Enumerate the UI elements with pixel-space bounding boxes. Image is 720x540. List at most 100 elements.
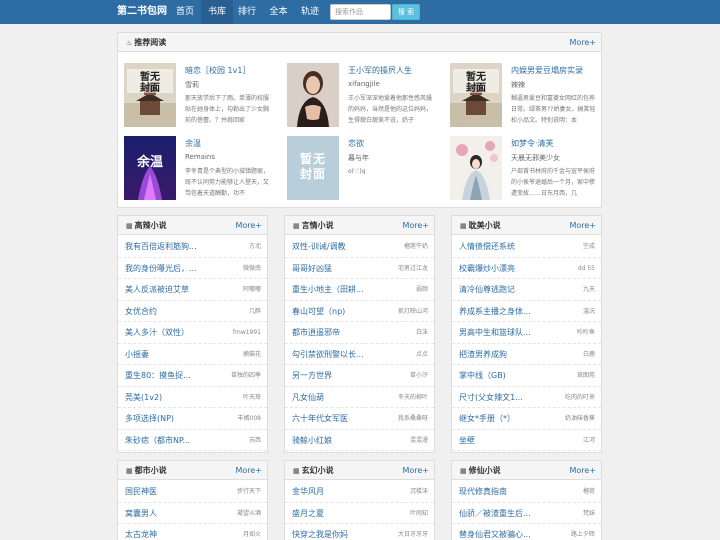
list-item-title[interactable]: 掌中线（GB): [459, 365, 506, 386]
list-item-title[interactable]: 都市逍遥邪帝: [292, 322, 340, 343]
list-item[interactable]: 骑鲸小红娘 混混漫: [285, 430, 434, 451]
list-item-title[interactable]: 小摇妻: [125, 344, 149, 365]
book-cover[interactable]: [450, 136, 502, 200]
book-cover[interactable]: 暂无 封面: [124, 63, 176, 127]
list-item-title[interactable]: 我有百倍返利筋狗...: [125, 236, 197, 257]
list-item[interactable]: 我有百倍返利筋狗... 方北: [118, 236, 267, 258]
book-card[interactable]: 余温 余温 Remains 李冬青是个典型的小城镇题家，既不认同努力能够让人登天…: [124, 136, 274, 204]
list-item[interactable]: 替身仙君又被骗心... 路上夕晖: [452, 524, 601, 540]
list-item-title[interactable]: 美人多汁（双性）: [125, 322, 189, 343]
list-item-title[interactable]: 美人反派被迫艾草: [125, 279, 189, 300]
list-item-title[interactable]: 骑鲸小红娘: [292, 430, 332, 451]
list-item-title[interactable]: 重生80：摸鱼捉...: [125, 365, 191, 386]
site-logo[interactable]: 第二书包网: [117, 0, 167, 24]
list-item-title[interactable]: 继女*手册（*）: [459, 408, 515, 429]
list-item[interactable]: 快穿之我是你妈 大日牙牙牙: [285, 524, 434, 540]
list-item[interactable]: 校霸爆炒小漂亮 dd 55: [452, 258, 601, 279]
list-item-title[interactable]: 国民神医: [125, 481, 157, 502]
list-item[interactable]: 清冷仙尊逃跑记 九天: [452, 279, 601, 301]
nav-home[interactable]: 首页: [170, 0, 200, 24]
list-item[interactable]: 另一方世界 苗小汐: [285, 365, 434, 387]
list-item[interactable]: 金华风月 沉楼沫: [285, 481, 434, 503]
book-title[interactable]: 暗恋［校园 1v1］: [185, 65, 250, 76]
list-item[interactable]: 盛月之夏 叶闹知: [285, 503, 434, 524]
search-input[interactable]: [330, 4, 391, 20]
search-button[interactable]: 搜 索: [392, 4, 420, 20]
list-item[interactable]: 勾引禁欲刑警以长... 点点: [285, 344, 434, 365]
list-item[interactable]: 现代修真指南 榴荷: [452, 481, 601, 503]
list-item-title[interactable]: 凡女仙葫: [292, 387, 324, 408]
list-item[interactable]: 重生小地主（田耕... 弱颜: [285, 279, 434, 301]
book-card[interactable]: 暂无封面 恋欲 暮与年 o(♡)q: [287, 136, 437, 204]
list-more-link[interactable]: More+: [235, 461, 262, 480]
list-item[interactable]: 太古龙神 月如火: [118, 524, 267, 540]
list-item-title[interactable]: 双性-训诫/调教: [292, 236, 346, 257]
list-item[interactable]: 六十年代女军医 我系桑桑呀: [285, 408, 434, 430]
list-item[interactable]: 人情债偿还系统 空成: [452, 236, 601, 258]
list-item[interactable]: 国民神医 步行天下: [118, 481, 267, 503]
list-item-title[interactable]: 春山可望（np): [292, 301, 345, 322]
list-item[interactable]: 春山可望（np) 抓灯映山河: [285, 301, 434, 322]
list-item-title[interactable]: 勾引禁欲刑警以长...: [292, 344, 364, 365]
list-item[interactable]: 坐壁 江河: [452, 430, 601, 451]
nav-library[interactable]: 书库: [201, 0, 233, 24]
book-title[interactable]: 余温: [185, 138, 201, 149]
list-more-link[interactable]: More+: [402, 216, 429, 235]
list-item-title[interactable]: 快穿之我是你妈: [292, 524, 348, 540]
book-cover[interactable]: 暂无 封面: [450, 63, 502, 127]
list-item-title[interactable]: 窝囊男人: [125, 503, 157, 524]
list-item[interactable]: 美人反派被迫艾草 阿嘟嘟: [118, 279, 267, 301]
list-item-title[interactable]: 男高中生和篮球队...: [459, 322, 531, 343]
list-item-title[interactable]: 清冷仙尊逃跑记: [459, 279, 515, 300]
list-item[interactable]: 继女*手册（*） 奶油味香蕉: [452, 408, 601, 430]
list-more-link[interactable]: More+: [402, 461, 429, 480]
list-item[interactable]: 尺寸(父女辣文1... 吃肉的叮来: [452, 387, 601, 408]
book-card[interactable]: 王小军的操屄人生 xifangjile 王小军深深地爱着他那性感风骚的妈妈，当然…: [287, 63, 437, 131]
book-title[interactable]: 如梦令·清芙: [511, 138, 554, 149]
list-item-title[interactable]: 女优合约: [125, 301, 157, 322]
book-title[interactable]: 内娱男爱豆塌房实录: [511, 65, 583, 76]
list-item-title[interactable]: 校霸爆炒小漂亮: [459, 258, 515, 279]
book-cover-placeholder[interactable]: 暂无封面: [287, 136, 339, 200]
list-item-title[interactable]: 盛月之夏: [292, 503, 324, 524]
nav-completed[interactable]: 全本: [264, 0, 293, 24]
list-item[interactable]: 小摇妻 摘猫花: [118, 344, 267, 365]
list-more-link[interactable]: More+: [235, 216, 262, 235]
book-cover[interactable]: 余温: [124, 136, 176, 200]
list-item-title[interactable]: 尺寸(父女辣文1...: [459, 387, 523, 408]
list-item-title[interactable]: 现代修真指南: [459, 481, 507, 502]
list-item-title[interactable]: 我的身份曝光后，...: [125, 258, 197, 279]
list-item-title[interactable]: 太古龙神: [125, 524, 157, 540]
book-title[interactable]: 恋欲: [348, 138, 364, 149]
list-item[interactable]: 我的身份曝光后，... 微微南: [118, 258, 267, 279]
list-item[interactable]: 朱砂痣（都市NP... 苏西: [118, 430, 267, 451]
list-item-title[interactable]: 养成系主播之身体...: [459, 301, 531, 322]
list-item-title[interactable]: 六十年代女军医: [292, 408, 348, 429]
featured-more-link[interactable]: More+: [569, 33, 596, 52]
list-item[interactable]: 窝囊男人 凝望斗酒: [118, 503, 267, 524]
list-item-title[interactable]: 人情债偿还系统: [459, 236, 515, 257]
book-card[interactable]: 暂无 封面 内娱男爱豆塌房实录 辣辣 糊逼男爱豆和富婆女网红的包养日常。绿茶男?…: [450, 63, 600, 131]
list-item-title[interactable]: 哥哥好凶猛: [292, 258, 332, 279]
list-item[interactable]: 双性-训诫/调教 榴莲牛奶: [285, 236, 434, 258]
list-item[interactable]: 凡女仙葫 冬天的柳叶: [285, 387, 434, 408]
nav-history[interactable]: 轨迹: [296, 0, 324, 24]
list-item-title[interactable]: 朱砂痣（都市NP...: [125, 430, 190, 451]
book-card[interactable]: 暂无 封面 暗恋［校园 1v1］ 雪莉 那天放学后下了雨。单薄的校服贴在她身体上…: [124, 63, 274, 131]
list-item[interactable]: 女优合约 几醉: [118, 301, 267, 322]
list-item-title[interactable]: 莞美(1v2): [125, 387, 162, 408]
list-item-title[interactable]: 另一方世界: [292, 365, 332, 386]
list-item-title[interactable]: 多项选择(NP): [125, 408, 174, 429]
list-item[interactable]: 多项选择(NP) 丰嫣008: [118, 408, 267, 430]
list-item-title[interactable]: 仙骄／被渣重生后...: [459, 503, 531, 524]
list-item-title[interactable]: 重生小地主（田耕...: [292, 279, 364, 300]
list-item[interactable]: 都市逍遥邪帝 白沫: [285, 322, 434, 344]
list-item-title[interactable]: 坐壁: [459, 430, 475, 451]
list-item[interactable]: 仙骄／被渣重生后... 梵妹: [452, 503, 601, 524]
list-item[interactable]: 美人多汁（双性） fmw1991: [118, 322, 267, 344]
list-item[interactable]: 哥哥好凶猛 宅男过江龙: [285, 258, 434, 279]
book-card[interactable]: 如梦令·清芙 天晨无邪美少女 户部首书林府的千金与宣平侯府的小侯爷退婚后一个月，…: [450, 136, 600, 204]
list-item-title[interactable]: 把渣男养成狗: [459, 344, 507, 365]
list-more-link[interactable]: More+: [569, 216, 596, 235]
list-item[interactable]: 把渣男养成狗 白鹿: [452, 344, 601, 365]
